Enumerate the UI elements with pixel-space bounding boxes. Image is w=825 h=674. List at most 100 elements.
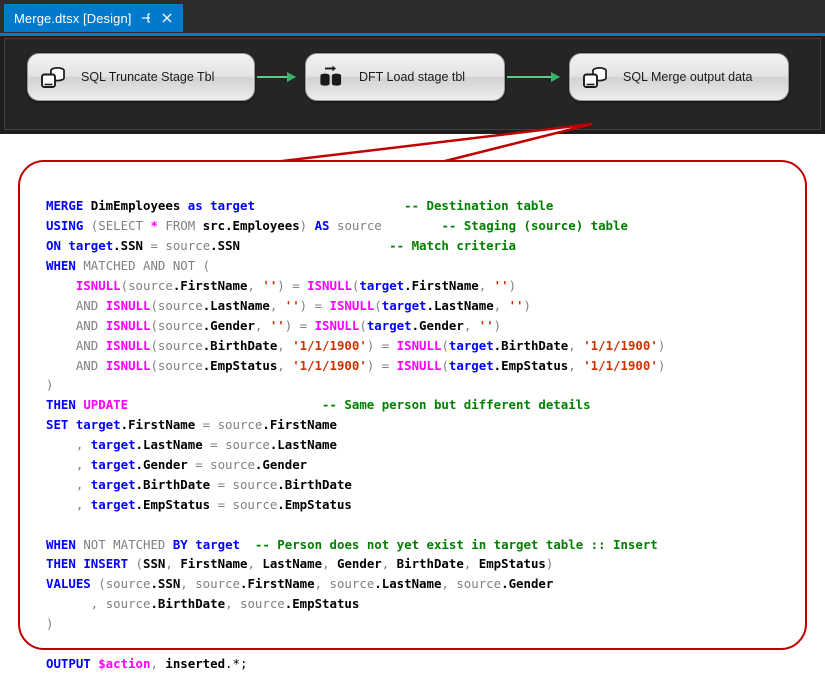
- code-token: ): [508, 277, 517, 293]
- code-token: USING: [46, 218, 91, 234]
- code-token: ,: [46, 437, 91, 453]
- code-token: target: [448, 357, 494, 373]
- code-token: DimEmployees: [90, 198, 188, 214]
- code-token: source: [195, 576, 240, 592]
- code-token: '': [284, 297, 300, 313]
- code-token: source: [225, 437, 270, 453]
- code-token: AND: [75, 317, 106, 333]
- code-token: .SSN: [210, 238, 240, 254]
- code-token: SELECT: [98, 218, 151, 234]
- code-token: -- Same person but different details: [322, 397, 591, 413]
- code-token: ISNULL: [329, 297, 375, 313]
- code-line: USING (SELECT * FROM src.Employees) AS s…: [46, 216, 665, 236]
- precedence-constraint-1[interactable]: [257, 72, 296, 82]
- code-token: OUTPUT: [46, 655, 99, 671]
- code-token: .BirthDate: [277, 476, 352, 492]
- code-line: ): [46, 375, 665, 395]
- control-flow-canvas[interactable]: SQL Truncate Stage Tbl DFT Load stage tb…: [4, 38, 821, 130]
- code-line: AND ISNULL(source.LastName, '') = ISNULL…: [46, 296, 665, 316]
- code-token: '': [262, 277, 278, 293]
- code-token: =: [381, 337, 397, 353]
- code-token: FirstName: [180, 556, 248, 572]
- code-token: ISNULL: [105, 337, 151, 353]
- code-token: source: [210, 456, 255, 472]
- code-token: .Gender: [501, 576, 554, 592]
- code-token: ,: [381, 556, 397, 572]
- code-token: ): [657, 357, 666, 373]
- code-line: ISNULL(source.FirstName, '') = ISNULL(ta…: [46, 276, 665, 296]
- code-token: ,: [493, 297, 509, 313]
- sql-code-block[interactable]: MERGE DimEmployees as target -- Destinat…: [46, 196, 665, 673]
- code-token: (: [441, 337, 449, 353]
- code-token: THEN: [46, 397, 84, 413]
- code-token: AND: [75, 297, 106, 313]
- tab-strip: Merge.dtsx [Design]: [0, 0, 825, 33]
- code-line: WHEN MATCHED AND NOT (: [46, 256, 665, 276]
- editor-tab-label: Merge.dtsx [Design]: [14, 10, 132, 26]
- code-token: source: [165, 238, 211, 254]
- code-token: .EmpStatus: [277, 496, 352, 512]
- task-sql-merge-output-data[interactable]: SQL Merge output data: [569, 53, 789, 101]
- code-token: FROM: [165, 218, 203, 234]
- code-token: ,: [269, 297, 285, 313]
- editor-tab-merge-dtsx[interactable]: Merge.dtsx [Design]: [4, 4, 183, 32]
- code-token: source: [232, 496, 278, 512]
- code-token: .EmpStatus: [135, 496, 218, 512]
- code-token: ,: [314, 576, 330, 592]
- code-token: ,: [225, 596, 240, 612]
- code-token: Gender: [336, 556, 382, 572]
- code-token: AS: [314, 218, 337, 234]
- visual-studio-shell: Merge.dtsx [Design] SQL Truncate Stage T…: [0, 0, 825, 134]
- code-token: .LastName: [374, 576, 442, 592]
- code-token: -- Destination table: [404, 198, 554, 214]
- code-token: NOT MATCHED: [83, 536, 173, 552]
- task-label: SQL Merge output data: [623, 70, 753, 84]
- code-token: ISNULL: [105, 317, 151, 333]
- code-token: source: [105, 576, 151, 592]
- code-token: WHEN: [46, 536, 84, 552]
- code-token: ): [366, 337, 382, 353]
- code-token: (: [150, 357, 158, 373]
- code-token: .SSN: [150, 576, 181, 592]
- code-token: '': [269, 317, 285, 333]
- code-token: LastName: [262, 556, 323, 572]
- code-token: UPDATE: [83, 397, 129, 413]
- code-token: ): [46, 616, 54, 632]
- sql-callout-wrapper: MERGE DimEmployees as target -- Destinat…: [0, 122, 825, 671]
- code-token: target: [210, 198, 255, 214]
- code-token: .FirstName: [262, 417, 337, 433]
- code-token: source: [157, 297, 203, 313]
- code-token: *: [150, 218, 166, 234]
- code-token: (: [374, 297, 382, 313]
- task-sql-truncate-stage-tbl[interactable]: SQL Truncate Stage Tbl: [27, 53, 255, 101]
- code-token: ,: [46, 456, 91, 472]
- code-token: ,: [180, 576, 196, 592]
- code-token: =: [381, 357, 397, 373]
- code-token: ,: [46, 496, 91, 512]
- code-token: (: [98, 576, 106, 592]
- code-token: ): [545, 556, 554, 572]
- code-line: MERGE DimEmployees as target -- Destinat…: [46, 196, 665, 216]
- code-token: ISNULL: [396, 357, 442, 373]
- close-icon[interactable]: [160, 11, 174, 25]
- code-token: ,: [441, 576, 457, 592]
- code-token: =: [292, 277, 308, 293]
- pin-icon[interactable]: [139, 11, 153, 25]
- code-token: source: [232, 476, 278, 492]
- code-token: .FirstName: [120, 417, 203, 433]
- code-token: (: [359, 317, 367, 333]
- code-token: .BirthDate: [135, 476, 218, 492]
- code-token: source: [456, 576, 502, 592]
- code-token: .LastName: [135, 437, 211, 453]
- task-dft-load-stage-tbl[interactable]: DFT Load stage tbl: [305, 53, 505, 101]
- code-token: ,: [463, 317, 479, 333]
- code-token: .LastName: [202, 297, 270, 313]
- code-token: SET: [46, 417, 76, 433]
- precedence-constraint-2[interactable]: [507, 72, 560, 82]
- code-token: ): [657, 337, 666, 353]
